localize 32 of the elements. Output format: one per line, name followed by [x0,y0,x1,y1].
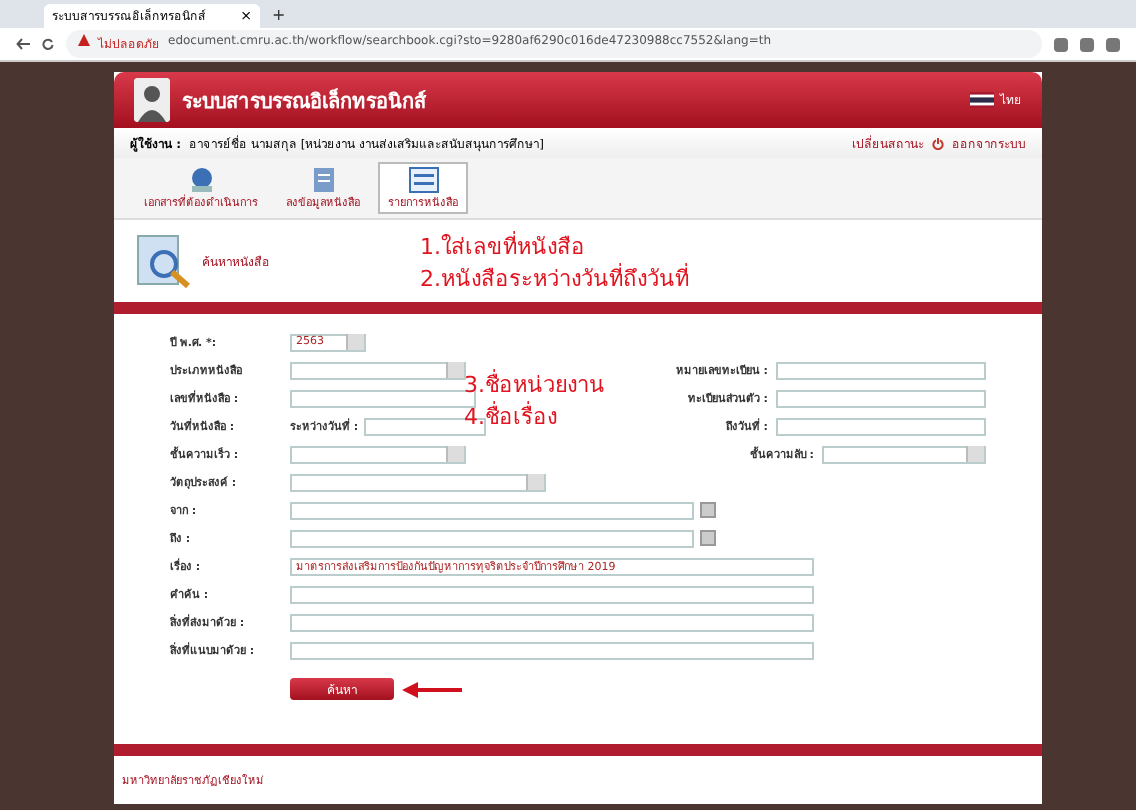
flag-icon[interactable] [970,92,994,108]
input-field[interactable] [776,389,986,407]
dropdown-icon [346,334,364,350]
input-field[interactable] [290,585,814,603]
select-field[interactable] [290,445,466,463]
annotation-text: 4.ชื่อเรื่อง [464,402,559,434]
dropdown-icon [526,474,544,490]
person-icon [134,78,170,122]
arrow-drawing [402,681,462,697]
select-field[interactable] [290,361,466,379]
annotation-text: 1.ใส่เลขที่หนังสือ [420,232,587,263]
back-icon[interactable] [16,38,30,50]
annotation-text: 2.หนังสือระหว่างวันที่ถึงวันที่ [420,264,689,296]
new-tab-button[interactable]: + [272,5,286,23]
list-icon [407,166,439,194]
select-field[interactable] [290,473,546,491]
reload-icon[interactable] [42,38,54,50]
input-field[interactable] [290,613,814,631]
annotation-text: 3.ชื่อหน่วยงาน [464,370,605,401]
input-field[interactable] [290,641,814,659]
input-field[interactable] [290,529,694,547]
input-field[interactable] [776,417,986,435]
warning-icon [78,34,90,46]
dropdown-icon [446,446,464,462]
search-document-icon [134,232,194,288]
input-field[interactable] [290,501,694,519]
input-field[interactable] [776,361,986,379]
power-icon[interactable] [932,137,944,149]
select-field[interactable] [822,445,986,463]
dropdown-icon [966,446,984,462]
app-title: ระบบสารบรรณอิเล็กทรอนิกส์ [182,86,429,115]
dropdown-icon [446,362,464,378]
